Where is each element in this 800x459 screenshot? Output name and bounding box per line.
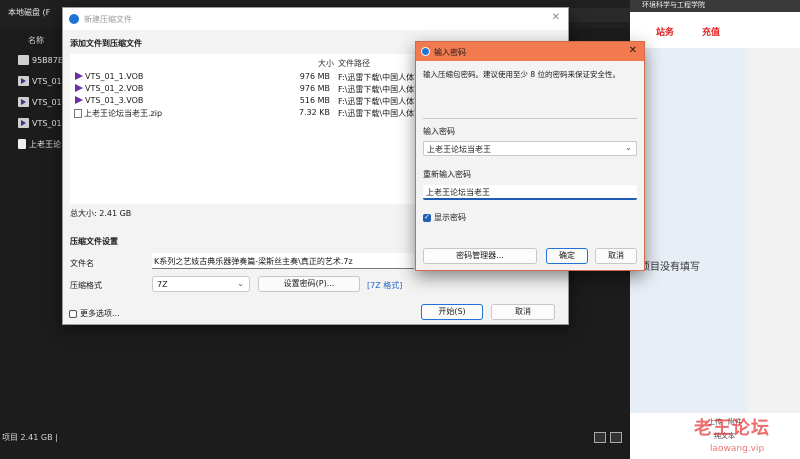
chevron-down-icon[interactable]: ⌄ <box>625 143 632 152</box>
nav-item-site[interactable]: 站务 <box>656 25 674 38</box>
file-name: VTS_01_3.VOB <box>85 96 144 105</box>
file-name: VTS_01 <box>32 76 62 86</box>
file-name: VTS_01 <box>32 97 62 107</box>
video-file-icon <box>18 97 29 107</box>
password-value: 上老王论坛当老王 <box>427 145 491 154</box>
file-row[interactable]: VTS_01 <box>18 95 62 109</box>
file-size: 976 MB <box>299 84 330 93</box>
file-row[interactable]: VTS_01 <box>18 116 62 130</box>
file-row[interactable]: 95B87E <box>18 53 63 67</box>
file-size: 976 MB <box>299 72 330 81</box>
list-item[interactable]: 上老王论坛当老王.zip 7.32 KB F:\迅雷下载\中国人体艺 <box>70 108 420 119</box>
password-dialog-title: 输入密码 <box>434 48 466 57</box>
format-label: 压缩格式 <box>70 281 102 290</box>
file-name: 上老王论坛当老王.zip <box>84 109 163 118</box>
archive-filename-input[interactable]: K系列之艺妓古典乐器弹奏篇-梁斯丝主奏\真正的艺术.7z <box>152 253 414 269</box>
app-icon <box>421 47 430 56</box>
more-options-toggle[interactable]: 更多选项... <box>69 308 120 319</box>
explorer-status: 项目 2.41 GB | <box>2 433 58 442</box>
file-name: VTS_01_2.VOB <box>85 84 144 93</box>
details-view-icon[interactable] <box>594 432 606 443</box>
content-panel <box>630 48 748 413</box>
file-size: 7.32 KB <box>298 108 330 117</box>
file-row[interactable]: VTS_01 <box>18 74 62 88</box>
format-info-link[interactable]: [7Z 格式] <box>367 280 402 291</box>
browser-page: 环境科学与工程学院 站务 充值 填项目没有填写 上传 附件 纯文本 老王论坛 l… <box>630 0 800 459</box>
list-item[interactable]: VTS_01_3.VOB 516 MB F:\迅雷下载\中国人体艺 <box>70 96 420 107</box>
cancel-button[interactable]: 取消 <box>491 304 555 320</box>
file-name: VTS_01 <box>32 118 62 128</box>
video-file-icon <box>74 84 83 93</box>
chevron-down-icon: ⌄ <box>237 279 244 288</box>
file-size: 516 MB <box>299 96 330 105</box>
close-icon[interactable]: ✕ <box>629 45 637 56</box>
video-file-icon <box>18 76 29 86</box>
video-file-icon <box>74 96 83 105</box>
confirm-password-label: 重新输入密码 <box>423 170 471 179</box>
list-item[interactable]: VTS_01_2.VOB 976 MB F:\迅雷下载\中国人体艺 <box>70 84 420 95</box>
password-label: 输入密码 <box>423 127 455 136</box>
password-manager-button[interactable]: 密码管理器... <box>423 248 537 264</box>
ok-button[interactable]: 确定 <box>546 248 588 264</box>
start-button[interactable]: 开始(S) <box>421 304 483 320</box>
nav-item-recharge[interactable]: 充值 <box>702 25 720 38</box>
archive-format-select[interactable]: 7Z ⌄ <box>152 276 250 292</box>
divider <box>423 118 637 119</box>
file-path: F:\迅雷下载\中国人体艺 <box>338 73 420 82</box>
explorer-path[interactable]: 本地磁盘 (F <box>8 7 50 18</box>
password-input[interactable]: 上老王论坛当老王 ⌄ <box>423 141 637 156</box>
compress-dialog-title: 新建压缩文件 <box>84 15 132 24</box>
set-password-button[interactable]: 设置密码(P)... <box>258 276 360 292</box>
tiles-view-icon[interactable] <box>610 432 622 443</box>
site-title: 环境科学与工程学院 <box>630 0 800 12</box>
cancel-button[interactable]: 取消 <box>595 248 637 264</box>
file-name: 95B87E <box>32 55 63 65</box>
show-password-label: 显示密码 <box>434 213 466 222</box>
filename-label: 文件名 <box>70 259 94 268</box>
compress-titlebar[interactable]: 新建压缩文件 ✕ <box>63 8 568 30</box>
file-row[interactable]: 上老王论 <box>18 137 61 151</box>
password-prompt: 输入压缩包密码。建议使用至少 8 位的密码来保证安全性。 <box>423 70 621 79</box>
add-files-heading: 添加文件到压缩文件 <box>70 39 142 48</box>
column-size[interactable]: 大小 <box>318 58 334 69</box>
show-password-toggle[interactable]: 显示密码 <box>423 212 466 223</box>
column-header-name[interactable]: 名称 <box>28 35 44 46</box>
image-file-icon <box>18 55 29 65</box>
archive-settings-heading: 压缩文件设置 <box>70 237 118 246</box>
file-path: F:\迅雷下载\中国人体艺 <box>338 109 420 118</box>
confirm-password-value: 上老王论坛当老王 <box>426 188 490 197</box>
close-icon[interactable]: ✕ <box>552 12 560 23</box>
more-options-label: 更多选项... <box>80 309 120 318</box>
file-name: 上老王论 <box>29 139 61 149</box>
show-password-checkbox[interactable] <box>423 213 431 222</box>
format-value: 7Z <box>157 280 168 289</box>
watermark-title: 老王论坛 <box>694 418 770 439</box>
view-toggle <box>594 432 622 443</box>
watermark-site: laowang.vip <box>710 444 765 454</box>
zip-file-icon <box>18 139 26 149</box>
more-options-checkbox[interactable] <box>69 309 77 318</box>
video-file-icon <box>74 72 83 81</box>
password-dialog: 输入密码 ✕ 输入压缩包密码。建议使用至少 8 位的密码来保证安全性。 输入密码… <box>415 41 645 271</box>
app-icon <box>69 14 79 24</box>
confirm-password-input[interactable]: 上老王论坛当老王 <box>423 185 637 200</box>
site-nav: 站务 充值 <box>630 12 800 48</box>
zip-file-icon <box>74 109 82 118</box>
password-titlebar[interactable]: 输入密码 ✕ <box>416 42 644 61</box>
file-list[interactable]: 大小 文件路径 VTS_01_1.VOB 976 MB F:\迅雷下载\中国人体… <box>70 54 420 204</box>
file-name: VTS_01_1.VOB <box>85 72 144 81</box>
video-file-icon <box>18 118 29 128</box>
file-path: F:\迅雷下载\中国人体艺 <box>338 97 420 106</box>
list-item[interactable]: VTS_01_1.VOB 976 MB F:\迅雷下载\中国人体艺 <box>70 72 420 83</box>
total-size: 总大小: 2.41 GB <box>70 209 132 218</box>
file-path: F:\迅雷下载\中国人体艺 <box>338 85 420 94</box>
column-path[interactable]: 文件路径 <box>338 58 370 69</box>
